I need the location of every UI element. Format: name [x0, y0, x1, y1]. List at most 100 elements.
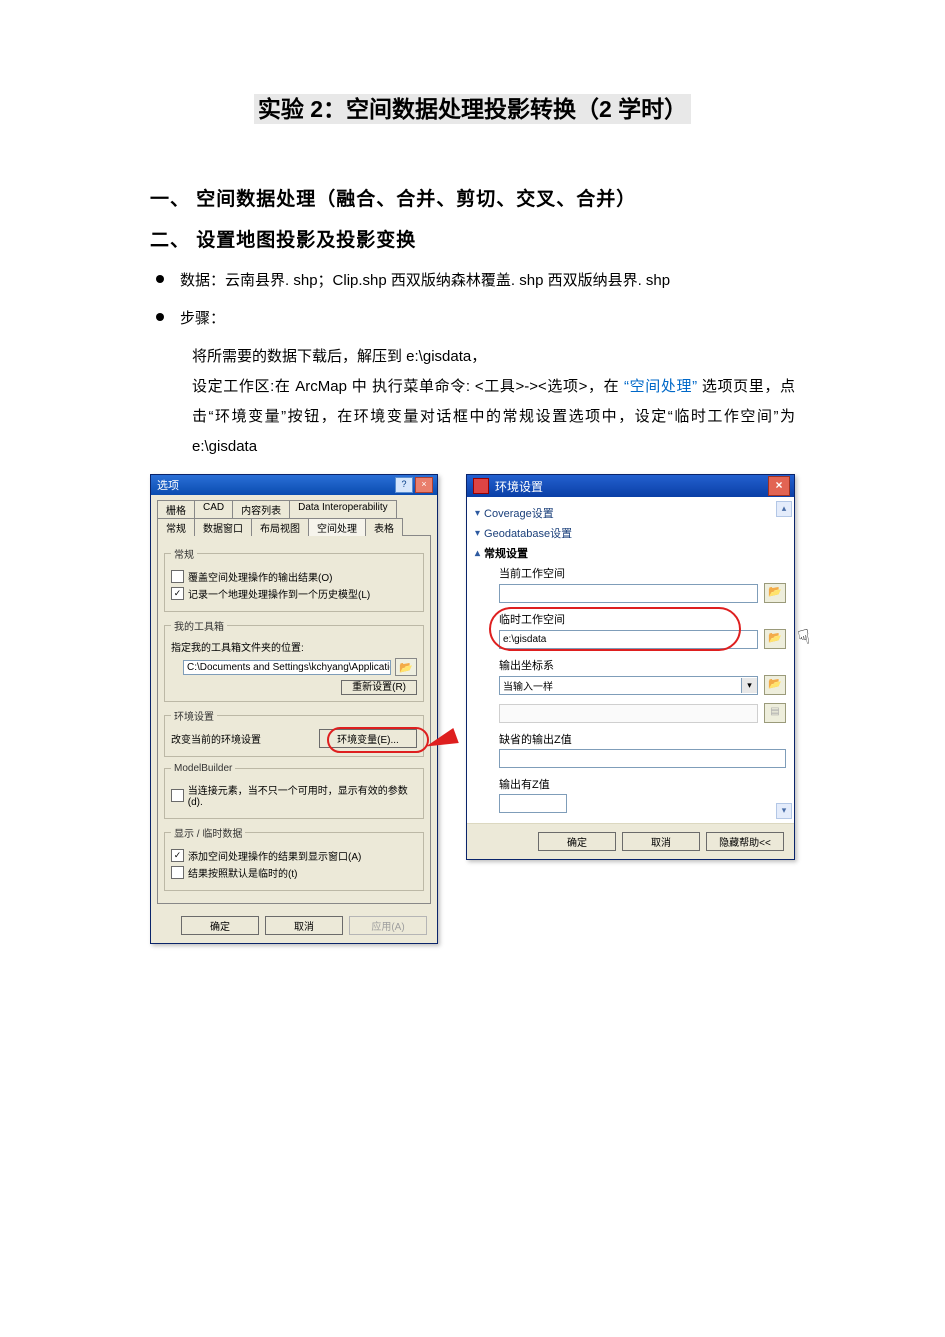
bullet-steps-label: 步骤： [180, 304, 225, 334]
app-icon [473, 478, 489, 494]
bullet-data-label: 数据： [180, 272, 225, 289]
step-line-1: 将所需要的数据下载后，解压到 e:\gisdata， [192, 342, 795, 372]
bullet-data-text: 数据：云南县界. shp；Clip.shp 西双版纳森林覆盖. shp 西双版纳… [180, 266, 670, 296]
options-button-bar: 确定 取消 应用(A) [151, 910, 437, 943]
options-dialog: 选项 ? × 栅格 CAD 内容列表 Data Interoperability… [150, 474, 438, 944]
close-button[interactable]: × [415, 477, 433, 493]
section-coverage[interactable]: ▾ Coverage设置 [475, 503, 786, 523]
ok-button[interactable]: 确定 [181, 916, 259, 935]
default-z-label: 缺省的输出Z值 [499, 731, 786, 747]
environment-body: ▴ ▾ Coverage设置 ▾ Geodatabase设置 ▴ 常规设置 当前… [467, 497, 794, 823]
chk-history-label: 记录一个地理处理操作到一个历史模型(L) [188, 586, 370, 601]
env-desc: 改变当前的环境设置 [171, 731, 261, 746]
chk-overwrite-label: 覆盖空间处理操作的输出结果(O) [188, 569, 332, 584]
chk-temp[interactable] [171, 866, 184, 879]
properties-button[interactable]: ▤ [764, 703, 786, 723]
bullet-icon [156, 313, 164, 321]
environment-dialog: 环境设置 × ▴ ▾ Coverage设置 ▾ Geodatabase设置 ▴ … [466, 474, 795, 860]
output-coord-select[interactable]: 当输入一样 ▾ [499, 676, 758, 695]
group-general: 常规 覆盖空间处理操作的输出结果(O) ✓ 记录一个地理处理操作到一个历史模型(… [164, 546, 424, 612]
browse-folder-button[interactable] [764, 583, 786, 603]
output-coord-label: 输出坐标系 [499, 657, 786, 673]
browse-folder-button[interactable] [764, 629, 786, 649]
scroll-down-button[interactable]: ▾ [776, 803, 792, 819]
apply-button[interactable]: 应用(A) [349, 916, 427, 935]
general-section-body: 当前工作空间 临时工作空间 e:\gisdata ☟ [499, 565, 786, 813]
bullet-icon [156, 275, 164, 283]
tab-geoprocessing[interactable]: 空间处理 [308, 518, 366, 536]
chk-overwrite[interactable] [171, 570, 184, 583]
browse-folder-button[interactable] [764, 675, 786, 695]
browse-folder-button[interactable] [395, 658, 417, 676]
caret-icon: ▾ [475, 528, 480, 539]
group-display: 显示 / 临时数据 ✓ 添加空间处理操作的结果到显示窗口(A) 结果按照默认是临… [164, 825, 424, 891]
has-z-label: 输出有Z值 [499, 776, 786, 792]
doc-title: 实验 2：空间数据处理投影转换（2 学时） [254, 94, 691, 124]
group-display-legend: 显示 / 临时数据 [171, 825, 245, 840]
cursor-hand-icon: ☟ [796, 624, 812, 651]
tab-layout-view[interactable]: 布局视图 [251, 518, 309, 536]
chk-mb[interactable] [171, 789, 184, 802]
help-button[interactable]: ? [395, 477, 413, 493]
toolbox-path-input[interactable]: C:\Documents and Settings\kchyang\Applic… [183, 660, 391, 675]
caret-icon: ▾ [475, 508, 480, 519]
chk-mb-label: 当连接元素，当不只一个可用时，显示有效的参数(d). [188, 782, 417, 808]
toolbox-desc: 指定我的工具箱文件夹的位置: [171, 639, 417, 654]
section-coverage-label: Coverage设置 [484, 505, 554, 521]
options-titlebar: 选项 ? × [151, 475, 437, 495]
group-environment-legend: 环境设置 [171, 708, 217, 723]
scroll-up-button[interactable]: ▴ [776, 501, 792, 517]
section-general[interactable]: ▴ 常规设置 [475, 543, 786, 563]
step-line-2-highlight: “空间处理” [624, 378, 697, 395]
tab-raster[interactable]: 栅格 [157, 500, 195, 518]
section-2-heading: 二、 设置地图投影及投影变换 [150, 225, 795, 252]
environment-titlebar: 环境设置 × [467, 475, 794, 497]
default-z-input[interactable] [499, 749, 786, 768]
tab-toc[interactable]: 内容列表 [232, 500, 290, 518]
tab-data-interop[interactable]: Data Interoperability [289, 500, 397, 518]
chk-add-result-row: ✓ 添加空间处理操作的结果到显示窗口(A) [171, 848, 417, 863]
environment-title: 环境设置 [495, 478, 543, 495]
output-coord-value: 当输入一样 [500, 678, 741, 693]
document-page: 实验 2：空间数据处理投影转换（2 学时） 一、 空间数据处理（融合、合并、剪切… [0, 0, 945, 1337]
has-z-input[interactable] [499, 794, 567, 813]
step-line-2: 设定工作区:在 ArcMap 中 执行菜单命令: <工具>-><选项>，在 “空… [192, 372, 795, 462]
chk-add-result-label: 添加空间处理操作的结果到显示窗口(A) [188, 848, 361, 863]
environment-button-bar: 确定 取消 隐藏帮助<< [467, 823, 794, 859]
current-workspace-input[interactable] [499, 584, 758, 603]
chk-history-row: ✓ 记录一个地理处理操作到一个历史模型(L) [171, 586, 417, 601]
hide-help-button[interactable]: 隐藏帮助<< [706, 832, 784, 851]
section-geodatabase-label: Geodatabase设置 [484, 525, 572, 541]
current-workspace-label: 当前工作空间 [499, 565, 786, 581]
reset-button[interactable]: 重新设置(R) [341, 680, 417, 695]
section-1-heading: 一、 空间数据处理（融合、合并、剪切、交叉、合并） [150, 184, 795, 211]
chk-overwrite-row: 覆盖空间处理操作的输出结果(O) [171, 569, 417, 584]
output-coord-detail-input[interactable] [499, 704, 758, 723]
cancel-button[interactable]: 取消 [265, 916, 343, 935]
options-tab-body: 常规 覆盖空间处理操作的输出结果(O) ✓ 记录一个地理处理操作到一个历史模型(… [157, 535, 431, 904]
bullet-steps: 步骤： [150, 304, 795, 334]
tab-tables[interactable]: 表格 [365, 518, 403, 536]
bullet-data-value: 云南县界. shp；Clip.shp 西双版纳森林覆盖. shp 西双版纳县界.… [225, 272, 670, 289]
group-modelbuilder: ModelBuilder 当连接元素，当不只一个可用时，显示有效的参数(d). [164, 763, 424, 819]
temp-workspace-input[interactable]: e:\gisdata [499, 630, 758, 649]
section-geodatabase[interactable]: ▾ Geodatabase设置 [475, 523, 786, 543]
chk-history[interactable]: ✓ [171, 587, 184, 600]
environment-variables-button[interactable]: 环境变量(E)... [319, 729, 417, 748]
group-modelbuilder-legend: ModelBuilder [171, 763, 235, 774]
chk-add-result[interactable]: ✓ [171, 849, 184, 862]
tab-data-window[interactable]: 数据窗口 [194, 518, 252, 536]
bullet-data: 数据：云南县界. shp；Clip.shp 西双版纳森林覆盖. shp 西双版纳… [150, 266, 795, 296]
ok-button[interactable]: 确定 [538, 832, 616, 851]
tab-general[interactable]: 常规 [157, 518, 195, 536]
close-button[interactable]: × [768, 476, 790, 496]
group-general-legend: 常规 [171, 546, 197, 561]
cancel-button[interactable]: 取消 [622, 832, 700, 851]
options-tabs-row1: 栅格 CAD 内容列表 Data Interoperability [151, 495, 437, 517]
chk-temp-row: 结果按照默认是临时的(t) [171, 865, 417, 880]
group-toolbox: 我的工具箱 指定我的工具箱文件夹的位置: C:\Documents and Se… [164, 618, 424, 702]
caret-icon: ▴ [475, 548, 480, 559]
tab-cad[interactable]: CAD [194, 500, 233, 518]
chk-mb-row: 当连接元素，当不只一个可用时，显示有效的参数(d). [171, 782, 417, 808]
section-general-label: 常规设置 [484, 545, 528, 561]
